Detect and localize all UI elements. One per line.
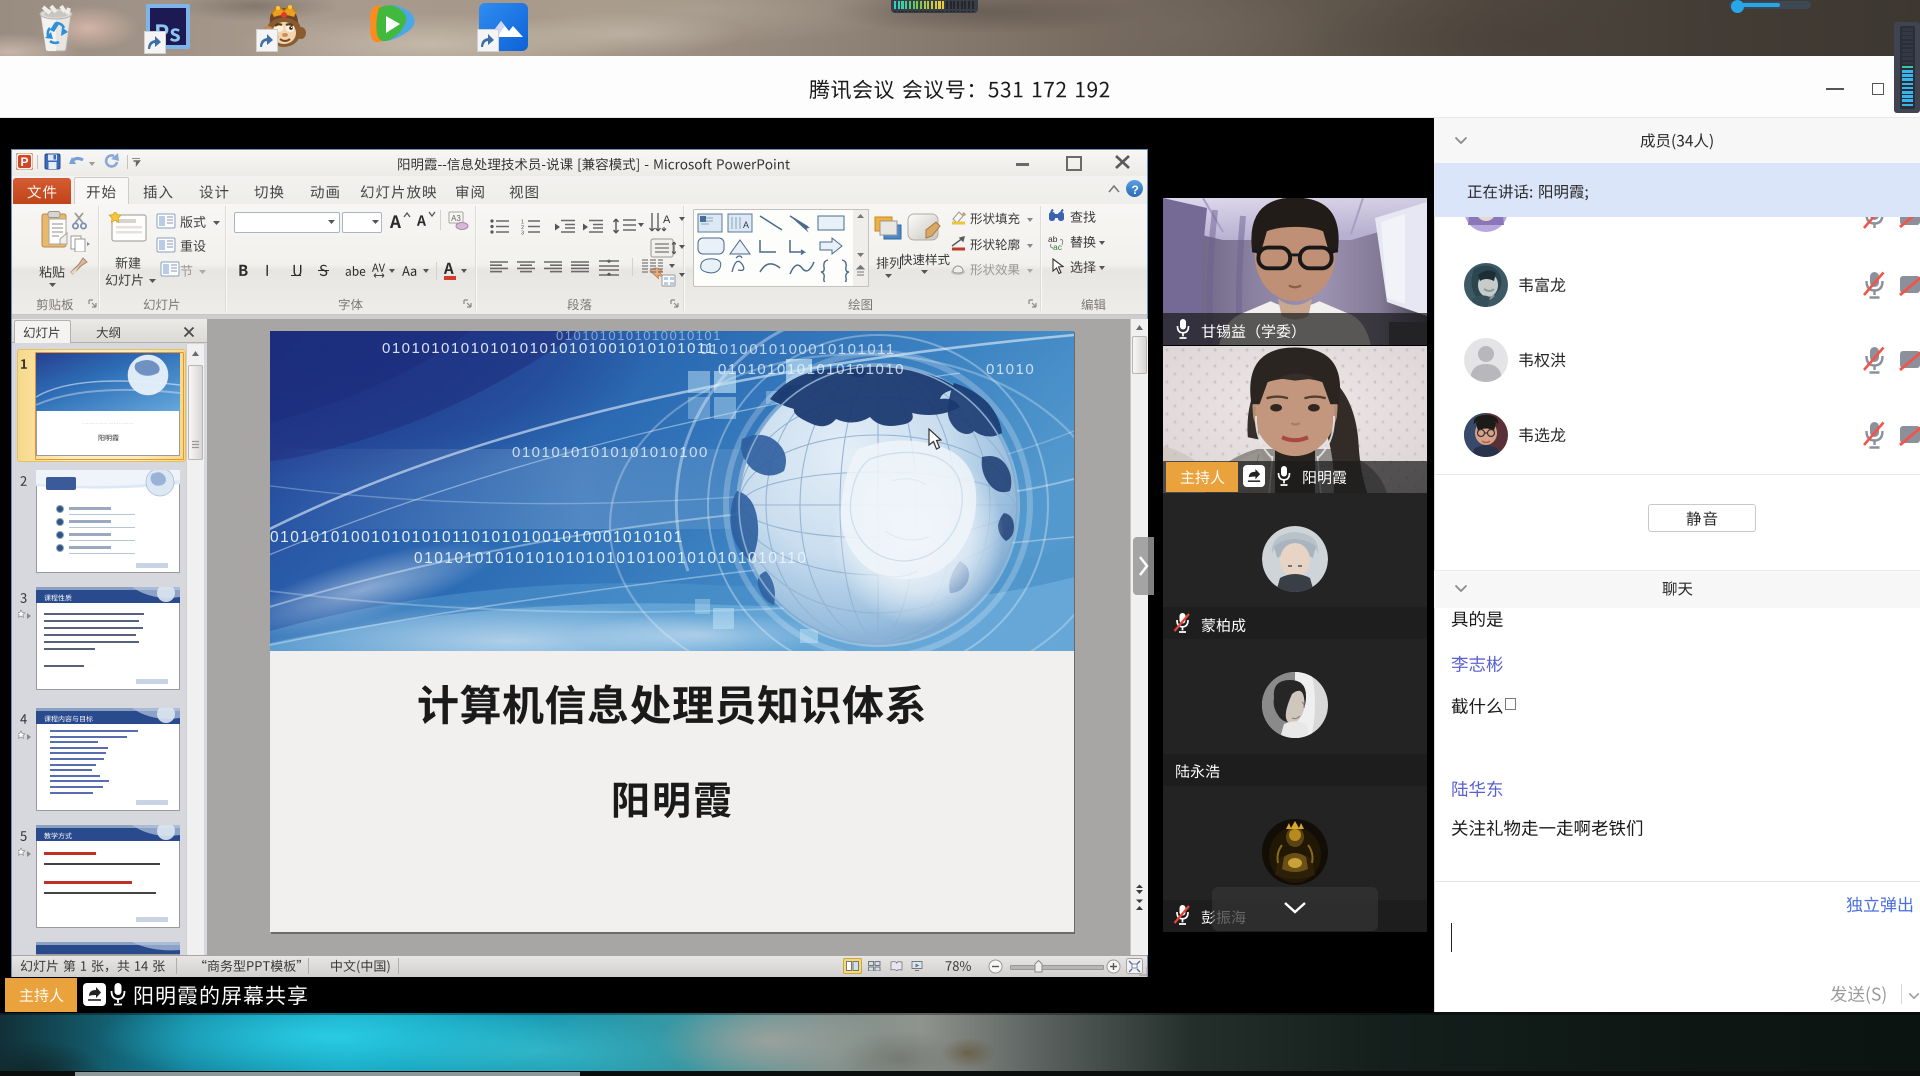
svg-text:ac: ac bbox=[1053, 242, 1063, 251]
svg-text:A: A bbox=[743, 220, 749, 230]
svg-text:A: A bbox=[663, 214, 671, 226]
svg-text:3: 3 bbox=[521, 231, 524, 236]
svg-text:P: P bbox=[20, 155, 28, 169]
svg-text:A3: A3 bbox=[451, 214, 461, 223]
